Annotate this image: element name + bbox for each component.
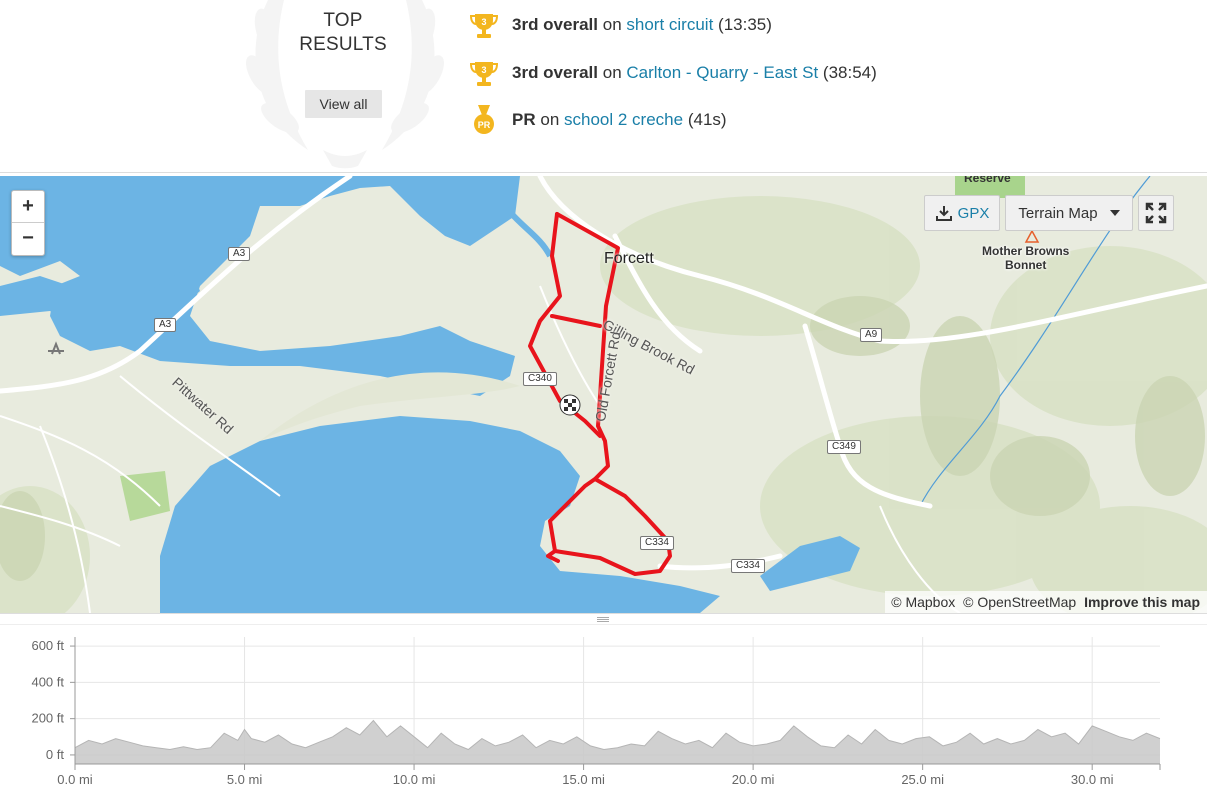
result-row: 3 3rd overall on short circuit (13:35) — [468, 10, 772, 40]
result-time: (13:35) — [718, 15, 772, 34]
result-rank: PR — [512, 110, 536, 129]
result-row: PR PR on school 2 creche (41s) — [468, 105, 727, 135]
mapbox-link[interactable]: © Mapbox — [891, 594, 955, 610]
zoom-in-button[interactable]: + — [12, 191, 44, 223]
svg-text:PR: PR — [478, 120, 491, 130]
activity-page: TOP RESULTS View all 3 3rd overall on sh… — [0, 0, 1207, 796]
road-shield: C340 — [523, 372, 557, 386]
road-shield: C334 — [731, 559, 765, 573]
map-attribution: © Mapbox © OpenStreetMap Improve this ma… — [885, 591, 1207, 613]
map-style-dropdown[interactable]: Terrain Map — [1005, 195, 1133, 231]
elevation-chart[interactable]: 600 ft 400 ft 200 ft 0 ft 0.0 mi 5.0 mi 10.0 m… — [0, 627, 1207, 796]
osm-link[interactable]: © OpenStreetMap — [963, 594, 1076, 610]
result-rank: 3rd overall — [512, 15, 598, 34]
x-tick-label: 30.0 mi — [1071, 772, 1114, 787]
x-tick-label: 25.0 mi — [901, 772, 944, 787]
heading-line-1: TOP — [323, 10, 363, 31]
elevation-area — [75, 720, 1160, 764]
town-label: Forcett — [604, 250, 654, 267]
fullscreen-icon — [1145, 202, 1167, 224]
road-shield: A3 — [228, 247, 251, 261]
caret-down-icon — [1109, 210, 1120, 216]
reserve-label: Reserve — [964, 176, 1011, 185]
road-shield: C334 — [640, 536, 674, 550]
zoom-control: + − — [11, 190, 45, 256]
y-tick-label: 200 ft — [31, 711, 64, 726]
svg-text:3: 3 — [481, 65, 486, 75]
svg-text:3: 3 — [481, 17, 486, 27]
result-time: (41s) — [687, 110, 727, 129]
improve-map-link[interactable]: Improve this map — [1084, 594, 1200, 610]
result-time: (38:54) — [822, 63, 877, 82]
segment-link[interactable]: Carlton - Quarry - East St — [626, 63, 818, 83]
x-tick-label: 15.0 mi — [562, 772, 605, 787]
road-shield: C349 — [827, 440, 861, 454]
grip-icon — [597, 617, 609, 622]
result-rank: 3rd overall — [512, 63, 598, 82]
x-tick-label: 5.0 mi — [227, 772, 263, 787]
heading-line-2: RESULTS — [299, 34, 387, 55]
segment-link[interactable]: school 2 creche — [564, 110, 683, 130]
x-tick-label: 0.0 mi — [57, 772, 93, 787]
y-tick-label: 400 ft — [31, 674, 64, 689]
x-tick-label: 10.0 mi — [393, 772, 436, 787]
y-tick-label: 600 ft — [31, 638, 64, 653]
result-row: 3 3rd overall on Carlton - Quarry - East… — [468, 58, 877, 88]
divider — [0, 172, 1207, 173]
route-map[interactable]: Reserve Forcett Gilling Brook Rd Old For… — [0, 176, 1207, 613]
top-results-heading: TOP RESULTS — [283, 9, 403, 57]
gpx-download-button[interactable]: GPX — [924, 195, 1000, 231]
map-style-label: Terrain Map — [1018, 204, 1098, 222]
peak-label: Mother Browns Bonnet — [982, 244, 1070, 272]
resize-handle[interactable] — [0, 613, 1207, 625]
zoom-out-button[interactable]: − — [12, 223, 44, 255]
fullscreen-button[interactable] — [1138, 195, 1174, 231]
result-on: on — [540, 110, 560, 129]
road-shield: A3 — [154, 318, 177, 332]
result-on: on — [602, 63, 622, 82]
y-tick-label: 0 ft — [46, 747, 64, 762]
pr-medal-icon: PR — [468, 105, 500, 135]
result-on: on — [602, 15, 622, 34]
x-tick-label: 20.0 mi — [732, 772, 775, 787]
top-results-panel: TOP RESULTS View all 3 3rd overall on sh… — [0, 0, 1207, 173]
trophy-icon: 3 — [468, 10, 500, 40]
gpx-label: GPX — [957, 204, 990, 222]
view-all-button[interactable]: View all — [305, 90, 382, 118]
download-icon — [935, 206, 952, 221]
road-shield: A9 — [860, 328, 883, 342]
trophy-icon: 3 — [468, 58, 500, 88]
segment-link[interactable]: short circuit — [626, 15, 713, 35]
checkered-flag-icon — [559, 394, 581, 416]
